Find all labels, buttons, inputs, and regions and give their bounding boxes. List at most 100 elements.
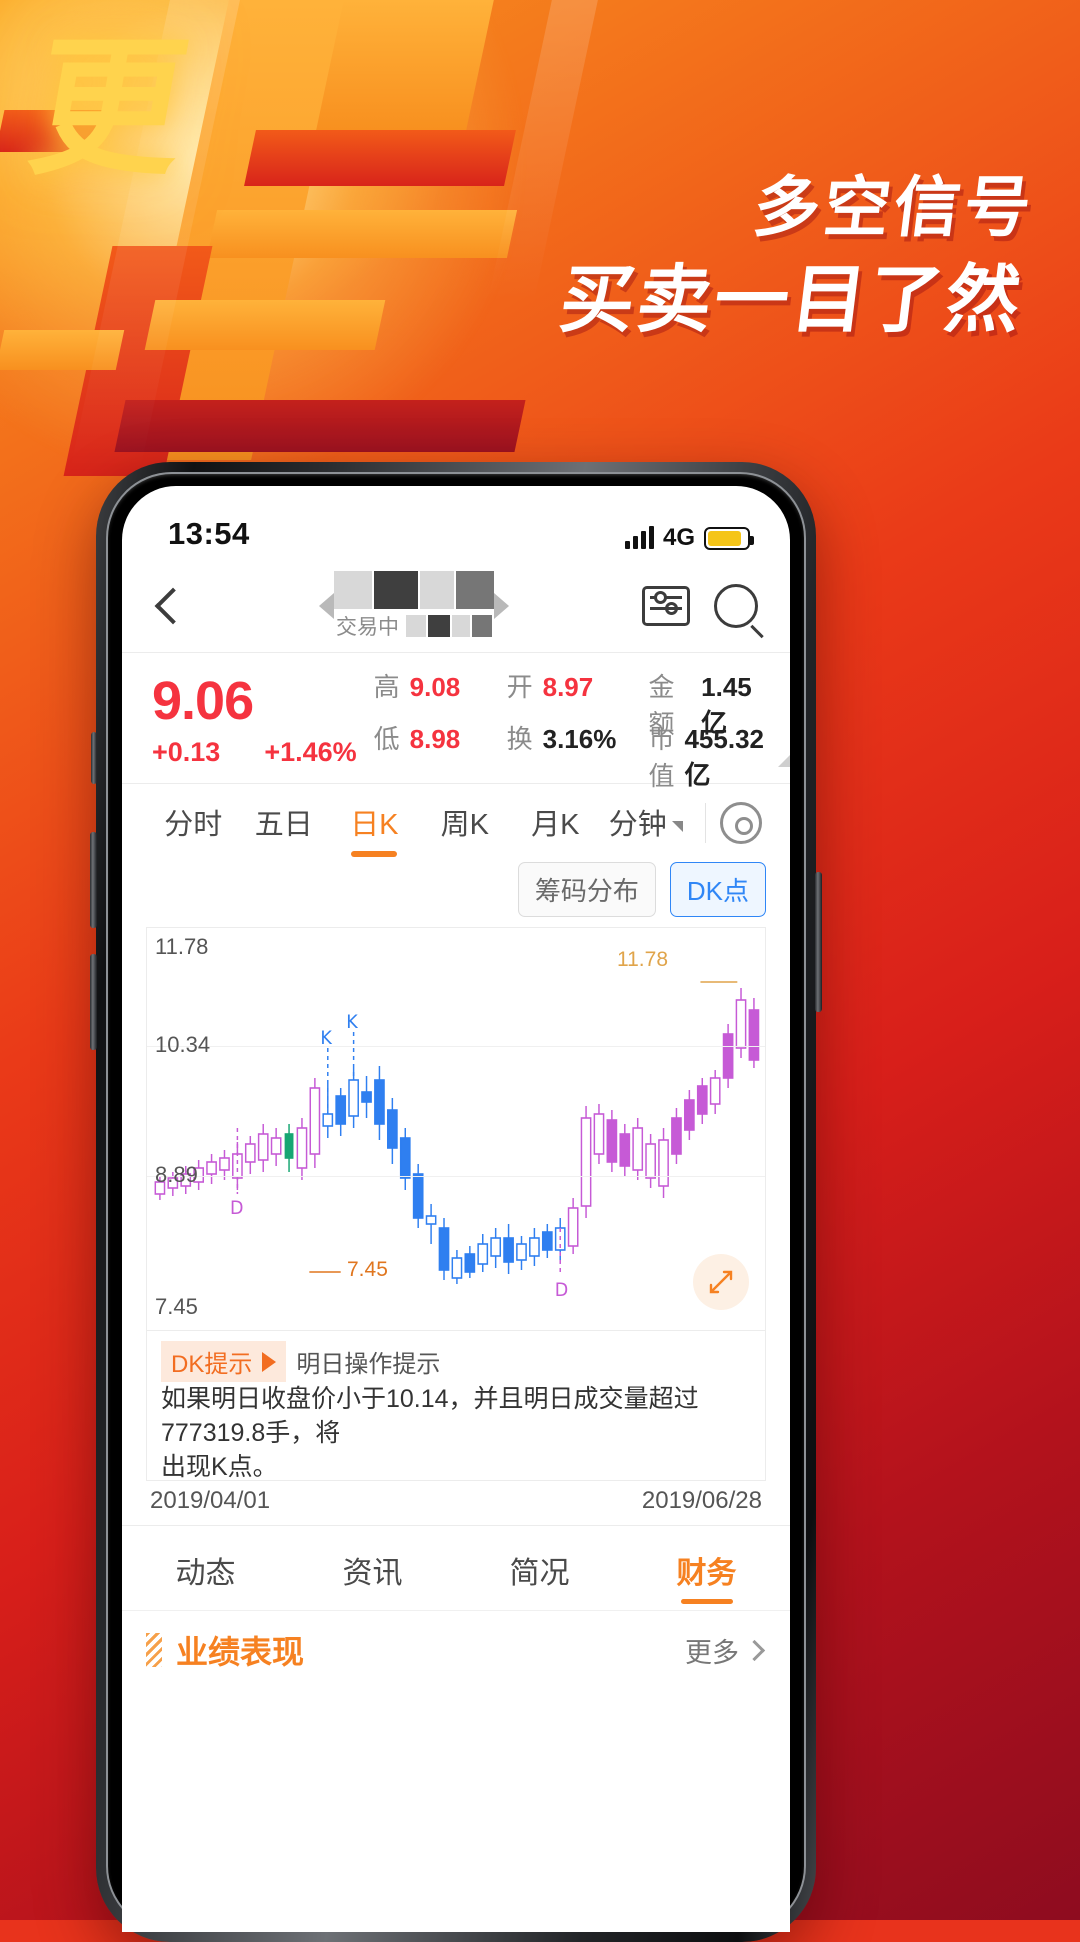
dk-tip-title: 明日操作提示 xyxy=(296,1351,441,1378)
tab-label: 月K xyxy=(531,809,580,841)
turnover-row: 换 3.16% xyxy=(507,719,649,771)
phone-volume-up-button[interactable] xyxy=(90,832,97,928)
chart-overlay-chips: 筹码分布 DK点 xyxy=(122,862,790,927)
tab-minutes[interactable]: 分钟 xyxy=(601,787,692,859)
stock-code-redacted xyxy=(406,615,492,637)
tab-label: 周K xyxy=(440,809,489,841)
headline-line-2: 买卖一目了然 xyxy=(555,257,1028,343)
tab-label: 资讯 xyxy=(342,1557,403,1590)
market-status-label: 交易中 xyxy=(336,616,399,639)
mktcap-label: 市值 xyxy=(648,724,675,791)
tab-wuri[interactable]: 五日 xyxy=(239,787,330,859)
phone-volume-down-button[interactable] xyxy=(90,954,97,1050)
turnover-label: 换 xyxy=(506,724,533,754)
high-row: 高 9.08 xyxy=(374,667,507,719)
tab-label: 日K xyxy=(350,809,399,841)
chart-low-marker: 7.45 xyxy=(347,1258,388,1281)
low-row: 低 8.98 xyxy=(374,719,507,771)
tab-weekly-k[interactable]: 周K xyxy=(420,787,511,859)
chart-date-start: 2019/04/01 xyxy=(150,1487,271,1514)
navbar-actions xyxy=(642,584,758,628)
section-title-group: 业绩表现 xyxy=(146,1627,304,1673)
chart-date-end: 2019/06/28 xyxy=(641,1487,762,1514)
y-tick-3: 8.89 xyxy=(155,1162,198,1187)
tab-label: 五日 xyxy=(254,809,313,841)
dk-badge-label: DK提示 xyxy=(171,1351,253,1378)
app-screen: 13:54 4G 交易中 9.06 +0.13 +1.46% 高 9.08 低 … xyxy=(122,486,790,1932)
chevron-down-icon xyxy=(671,821,683,832)
phone-mute-button[interactable] xyxy=(91,732,97,784)
tab-monthly-k[interactable]: 月K xyxy=(510,787,601,859)
last-price: 9.06 xyxy=(152,670,254,731)
network-label: 4G xyxy=(662,524,695,551)
dk-tip-line: 出现K点。 xyxy=(161,1453,278,1481)
back-icon[interactable] xyxy=(154,587,192,625)
tab-label: 分钟 xyxy=(608,809,667,841)
poster-headline: 多空信号 买卖一目了然 xyxy=(555,168,1039,346)
high-label: 高 xyxy=(373,672,400,702)
page-indicator-corner xyxy=(778,755,790,767)
amount-row: 金额 1.45亿 xyxy=(648,667,764,739)
y-tick-max: 11.78 xyxy=(155,934,209,959)
quote-col-amount-cap: 金额 1.45亿 市值 455.32亿 xyxy=(648,667,764,791)
prev-stock-icon[interactable] xyxy=(319,593,334,619)
signal-d-2: D xyxy=(555,1279,568,1301)
status-time: 13:54 xyxy=(168,516,250,551)
tab-jiankuang[interactable]: 简况 xyxy=(456,1526,623,1610)
stock-status-row: 交易中 xyxy=(336,611,492,641)
sliders-icon[interactable] xyxy=(642,586,690,626)
phone-mockup: 13:54 4G 交易中 9.06 +0.13 +1.46% 高 9.08 低 … xyxy=(90,462,822,1942)
dk-tip-header: DK提示 明日操作提示 xyxy=(161,1341,751,1382)
dk-tip-line: 如果明日收盘价小于10.14，并且明日成交量超过777319.8手，将 xyxy=(161,1385,699,1447)
phone-bezel: 13:54 4G 交易中 9.06 +0.13 +1.46% 高 9.08 低 … xyxy=(106,472,806,1932)
quote-col-open-turnover: 开 8.97 换 3.16% xyxy=(507,667,649,771)
expand-icon[interactable] xyxy=(693,1254,749,1310)
section-accent-bar xyxy=(146,1633,162,1667)
chart-period-tabs: 分时 五日 日K 周K 月K 分钟 xyxy=(122,784,790,862)
poster-more-char: 更 xyxy=(18,22,200,196)
turnover-value: 3.16% xyxy=(542,724,617,754)
y-tick-min: 7.45 xyxy=(155,1294,198,1319)
tab-dongtai[interactable]: 动态 xyxy=(122,1526,289,1610)
search-icon[interactable] xyxy=(714,584,758,628)
dk-badge: DK提示 xyxy=(161,1341,287,1382)
section-title: 业绩表现 xyxy=(176,1634,305,1670)
tabs-divider xyxy=(705,803,706,843)
candlestick-chart[interactable]: 11.78 10.34 8.89 7.45 11.78 7.45 K K D D xyxy=(146,927,766,1331)
content-tabs: 动态 资讯 简况 财务 xyxy=(122,1525,790,1610)
play-icon xyxy=(262,1351,277,1372)
price-change: +0.13 xyxy=(152,736,221,767)
y-tick-2: 10.34 xyxy=(155,1032,211,1057)
quote-col-high-low: 高 9.08 低 8.98 xyxy=(374,667,507,771)
low-label: 低 xyxy=(373,724,400,754)
open-value: 8.97 xyxy=(542,672,594,702)
high-value: 9.08 xyxy=(409,672,461,702)
gear-icon[interactable] xyxy=(720,802,762,844)
next-stock-icon[interactable] xyxy=(494,593,509,619)
chart-canvas: K K D D xyxy=(154,981,760,1301)
tab-caiwu[interactable]: 财务 xyxy=(623,1526,790,1610)
section-more-button[interactable]: 更多 xyxy=(685,1631,766,1670)
headline-line-1: 多空信号 xyxy=(749,169,1039,246)
tab-label: 财务 xyxy=(676,1557,737,1590)
price-deltas: +0.13 +1.46% xyxy=(152,737,374,768)
chip-chip-distribution[interactable]: 筹码分布 xyxy=(517,862,656,917)
mktcap-row: 市值 455.32亿 xyxy=(648,719,764,791)
chip-dk-points[interactable]: DK点 xyxy=(669,862,766,917)
tab-label: 分时 xyxy=(164,809,223,841)
chart-date-range: 2019/04/01 2019/06/28 xyxy=(122,1481,790,1515)
low-value: 8.98 xyxy=(409,724,461,754)
stock-name-redacted xyxy=(334,571,494,609)
status-bar: 13:54 4G xyxy=(122,486,790,560)
status-indicators: 4G xyxy=(624,524,754,552)
stock-title-block[interactable]: 交易中 xyxy=(334,571,494,641)
phone-power-button[interactable] xyxy=(815,872,822,1012)
price-change-pct: +1.46% xyxy=(264,736,357,767)
performance-section-header: 业绩表现 更多 xyxy=(122,1610,790,1673)
tab-fenshi[interactable]: 分时 xyxy=(148,787,239,859)
dk-tip-panel[interactable]: DK提示 明日操作提示 如果明日收盘价小于10.14，并且明日成交量超过7773… xyxy=(146,1331,766,1481)
tab-daily-k[interactable]: 日K xyxy=(329,787,420,859)
open-label: 开 xyxy=(506,672,533,702)
signal-bars-icon xyxy=(624,526,654,549)
tab-zixun[interactable]: 资讯 xyxy=(289,1526,456,1610)
